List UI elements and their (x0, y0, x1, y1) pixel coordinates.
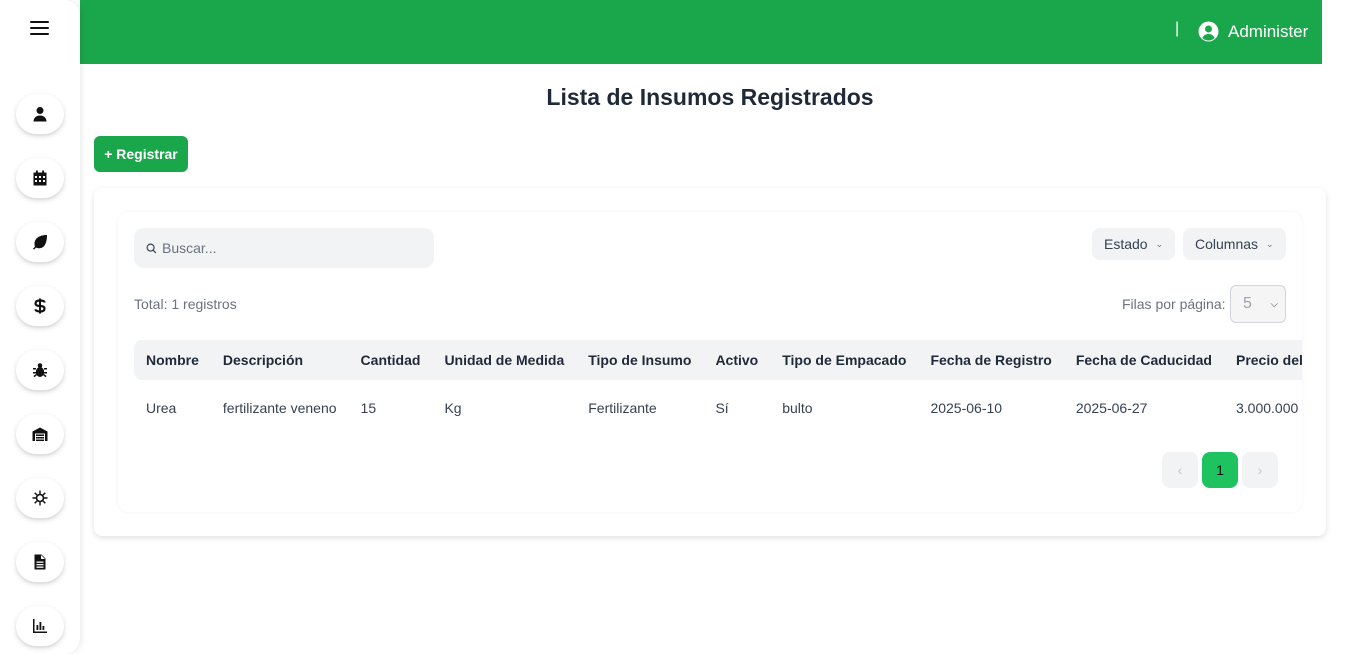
table-cell: 15 (360, 399, 377, 416)
chevron-down-icon: ⌵ (1270, 299, 1278, 310)
pagination-prev-button[interactable]: ‹ (1162, 452, 1198, 488)
calendar-icon (33, 170, 47, 186)
table-cell: 2025-06-10 (930, 399, 1003, 416)
page-title: Lista de Insumos Registrados (546, 84, 874, 110)
sidebar-item-diseases[interactable] (16, 478, 64, 518)
pagination-next-button[interactable]: › (1242, 452, 1278, 488)
table-cell: Fertilizante (588, 399, 657, 416)
total-records: Total: 1 registros (134, 296, 237, 312)
estado-label: Estado (1104, 236, 1148, 252)
column-header[interactable]: Fecha de Caducidad (1064, 340, 1224, 380)
content-card: Estado ⌄ Columnas ⌄ Total: 1 registros F… (94, 188, 1326, 536)
sidebar-item-users[interactable] (16, 94, 64, 134)
table-panel: Estado ⌄ Columnas ⌄ Total: 1 registros F… (118, 212, 1302, 512)
rows-per-page-label: Filas por página: (1122, 296, 1226, 312)
document-icon (34, 554, 46, 570)
rows-per-page-value: 5 (1243, 295, 1252, 312)
sidebar (0, 0, 80, 654)
sidebar-item-warehouse[interactable] (16, 414, 64, 454)
sidebar-item-statistics[interactable] (16, 606, 64, 646)
warehouse-icon (32, 427, 48, 441)
user-icon (33, 107, 47, 122)
search-input[interactable] (162, 240, 422, 256)
search-icon (146, 243, 157, 253)
column-header[interactable]: Descripción (211, 340, 349, 380)
search-box (134, 228, 434, 268)
user-circle-icon (1198, 21, 1219, 42)
table-cell: 3.000.000 (1235, 399, 1299, 416)
user-name: Administer (1228, 21, 1309, 41)
menu-icon[interactable] (30, 20, 50, 36)
table-cell: Sí (715, 399, 729, 416)
column-header[interactable]: Tipo de Empacado (770, 340, 918, 380)
chevron-down-icon: ⌄ (1155, 238, 1164, 249)
chart-icon (33, 619, 47, 633)
user-menu[interactable]: Administer (1198, 21, 1308, 42)
columnas-label: Columnas (1195, 236, 1259, 252)
sidebar-item-crops[interactable] (16, 222, 64, 262)
table-row[interactable]: Urea fertilizante veneno 15 Kg Fertiliza… (134, 380, 1302, 435)
sidebar-item-reports[interactable] (16, 542, 64, 582)
table-header-row: Nombre Descripción Cantidad Unidad de Me… (134, 340, 1302, 380)
table-cell: Kg (444, 399, 462, 416)
columnas-dropdown[interactable]: Columnas ⌄ (1183, 228, 1286, 260)
header-separator: | (1175, 20, 1180, 37)
leaf-icon (33, 235, 47, 250)
column-header[interactable]: Activo (703, 340, 770, 380)
pagination-page-1[interactable]: 1 (1202, 452, 1238, 488)
sidebar-item-pests[interactable] (16, 350, 64, 390)
column-header[interactable]: Tipo de Insumo (576, 340, 703, 380)
estado-dropdown[interactable]: Estado ⌄ (1092, 228, 1175, 260)
column-header[interactable]: Precio del Insumo (1224, 340, 1302, 380)
column-header[interactable]: Cantidad (349, 340, 433, 380)
sidebar-item-finance[interactable] (16, 286, 64, 326)
column-header[interactable]: Fecha de Registro (918, 340, 1063, 380)
chevron-down-icon: ⌄ (1266, 238, 1274, 249)
dollar-icon (34, 298, 46, 314)
column-header[interactable]: Unidad de Medida (432, 340, 576, 380)
table-cell: bulto (782, 399, 813, 416)
data-table: Nombre Descripción Cantidad Unidad de Me… (134, 340, 1302, 435)
table-cell: 2025-06-27 (1075, 399, 1148, 416)
column-header[interactable]: Nombre (134, 340, 211, 380)
top-bar: | Administer (80, 0, 1322, 64)
register-button[interactable]: + Registrar (94, 136, 188, 172)
virus-icon (32, 490, 48, 506)
table-cell: fertilizante veneno (222, 399, 337, 416)
sidebar-item-calendar[interactable] (16, 158, 64, 198)
rows-per-page-select[interactable]: 5 ⌵ (1230, 285, 1286, 323)
table-cell: Urea (146, 399, 177, 416)
table-scroll: Nombre Descripción Cantidad Unidad de Me… (134, 340, 1302, 435)
bug-icon (33, 363, 47, 378)
